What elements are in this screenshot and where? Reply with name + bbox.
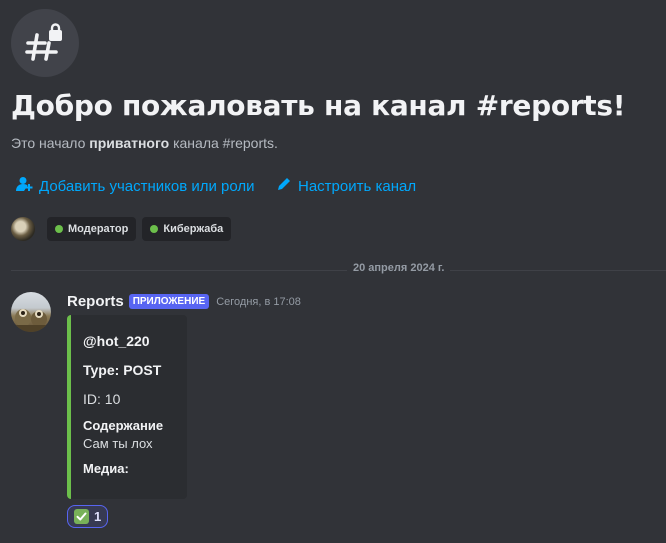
role-name: Кибержаба <box>163 223 224 235</box>
role-color-dot <box>55 225 63 233</box>
message-header: Reports ПРИЛОЖЕНИЕ Сегодня, в 17:08 <box>67 293 301 310</box>
bot-avatar[interactable] <box>11 292 51 332</box>
embed-author: @hot_220 <box>83 333 150 349</box>
date-divider-label: 20 апреля 2024 г. <box>347 262 451 274</box>
reaction-button[interactable]: 1 <box>67 505 109 528</box>
roles-row: Модератор Кибержаба <box>11 217 232 241</box>
role-name: Модератор <box>68 223 129 235</box>
welcome-desc-bold: приватного <box>89 135 170 151</box>
member-avatar[interactable] <box>11 217 35 241</box>
role-color-dot <box>150 225 159 233</box>
white-check-mark-icon <box>74 509 89 524</box>
add-members-button[interactable]: Добавить участников или роли <box>15 176 255 196</box>
role-pill-moderator[interactable]: Модератор <box>47 217 137 241</box>
welcome-desc-suffix: канала #reports. <box>169 135 278 151</box>
edit-channel-button[interactable]: Настроить канал <box>276 176 416 196</box>
message-embed: @hot_220 Type: POST ID: 10 Содержание Са… <box>67 315 187 499</box>
role-pill-cyberfrog[interactable]: Кибержаба <box>142 217 232 241</box>
message-timestamp: Сегодня, в 17:08 <box>216 295 301 308</box>
embed-title: Type: POST <box>83 362 162 378</box>
app-badge: ПРИЛОЖЕНИЕ <box>128 294 210 309</box>
welcome-desc-prefix: Это начало <box>11 135 90 151</box>
add-user-icon <box>15 176 33 196</box>
channel-welcome-view: Добро пожаловать на канал #reports! Это … <box>0 0 666 543</box>
hashtag-lock-icon <box>11 9 79 77</box>
edit-channel-label: Настроить канал <box>298 177 417 195</box>
welcome-title: Добро пожаловать на канал #reports! <box>11 89 626 122</box>
pencil-icon <box>276 176 292 196</box>
embed-description: ID: 10 <box>83 391 121 407</box>
embed-field-value: Сам ты лох <box>83 436 153 451</box>
welcome-description: Это начало приватного канала #reports. <box>11 135 278 151</box>
add-members-label: Добавить участников или роли <box>39 177 255 195</box>
embed-field-name: Медиа: <box>83 461 129 476</box>
date-divider-line <box>11 270 666 271</box>
embed-field-name: Содержание <box>83 418 164 433</box>
message-username[interactable]: Reports <box>67 293 124 310</box>
reaction-count: 1 <box>94 509 102 524</box>
